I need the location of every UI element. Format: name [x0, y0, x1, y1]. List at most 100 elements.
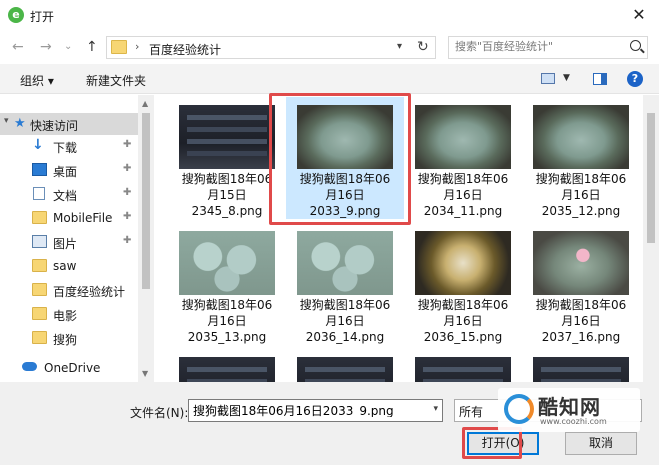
- folder-icon: [32, 259, 47, 272]
- forward-arrow-icon[interactable]: →: [40, 39, 52, 55]
- navigation-pane: ▾ ★ 快速访问 ↓ 下载 ✚ 桌面 ✚ 文档 ✚ MobileFile ✚ 图…: [0, 95, 154, 382]
- breadcrumb-current[interactable]: 百度经验统计: [149, 41, 221, 58]
- pin-icon[interactable]: ✚: [123, 163, 131, 174]
- file-thumbnail: [179, 105, 275, 169]
- scroll-down-icon[interactable]: ▼: [142, 369, 148, 378]
- title-bar: e 打开 ✕: [0, 0, 659, 31]
- watermark-logo-icon: [504, 394, 534, 424]
- pin-icon[interactable]: ✚: [123, 211, 131, 222]
- help-icon[interactable]: ?: [627, 71, 643, 87]
- scrollbar-thumb[interactable]: [647, 113, 655, 243]
- file-tile[interactable]: 搜狗截图18年06 月16日 2035_13.png: [168, 223, 286, 345]
- chevron-down-icon[interactable]: ▼: [563, 73, 570, 83]
- new-folder-button[interactable]: 新建文件夹: [86, 72, 146, 89]
- cloud-icon: [22, 362, 37, 371]
- chevron-down-icon[interactable]: ▾: [397, 41, 402, 52]
- file-tile[interactable]: 搜狗截图18年06 月16日 2034_11.png: [404, 97, 522, 219]
- search-box[interactable]: [448, 36, 648, 59]
- watermark-url: www.coozhi.com: [540, 417, 607, 426]
- file-name: 搜狗截图18年06 月16日 2035_13.png: [181, 298, 273, 344]
- file-tile[interactable]: 搜狗截图18年06 月16日 2036_14.png: [286, 223, 404, 345]
- chevron-down-icon[interactable]: ▾: [433, 404, 438, 414]
- sidebar-item-sogou[interactable]: 搜狗: [0, 327, 138, 349]
- organize-button[interactable]: 组织 ▾: [20, 72, 54, 89]
- annotation-highlight-box: [269, 93, 411, 225]
- file-tile[interactable]: [522, 349, 640, 382]
- pin-icon[interactable]: ✚: [123, 139, 131, 150]
- folder-icon: [32, 283, 47, 296]
- sidebar-item-mobilefile[interactable]: MobileFile ✚: [0, 207, 138, 229]
- file-thumbnail: [533, 105, 629, 169]
- file-name: 搜狗截图18年06 月16日 2037_16.png: [535, 298, 627, 344]
- pin-icon[interactable]: ✚: [123, 235, 131, 246]
- close-button[interactable]: ✕: [627, 4, 651, 26]
- back-arrow-icon[interactable]: ←: [12, 39, 24, 55]
- scroll-up-icon[interactable]: ▲: [142, 99, 148, 108]
- search-input[interactable]: [455, 40, 615, 53]
- file-type-value: 所有: [459, 405, 484, 419]
- sidebar-item-quick-access[interactable]: ▾ ★ 快速访问: [0, 113, 138, 135]
- sidebar-item-label: 文档: [53, 189, 78, 203]
- sidebar-item-saw[interactable]: saw: [0, 255, 138, 277]
- filename-field[interactable]: ▾: [188, 399, 443, 422]
- sidebar-item-label: 搜狗: [53, 333, 78, 347]
- up-arrow-icon[interactable]: ↑: [86, 39, 98, 55]
- filename-label: 文件名(N):: [130, 406, 189, 420]
- command-toolbar: 组织 ▾ 新建文件夹 ▼ ?: [0, 64, 659, 94]
- breadcrumb-separator-icon[interactable]: ›: [135, 40, 139, 53]
- sidebar-item-label: 电影: [53, 309, 78, 323]
- file-name: 搜狗截图18年06 月16日 2035_12.png: [535, 172, 627, 218]
- file-thumbnail: [179, 357, 275, 382]
- file-name: 搜狗截图18年06 月16日 2036_15.png: [417, 298, 509, 344]
- file-tile[interactable]: [404, 349, 522, 382]
- view-mode-icon[interactable]: [541, 73, 555, 84]
- file-thumbnail: [415, 357, 511, 382]
- file-thumbnail: [297, 231, 393, 295]
- file-thumbnail: [415, 231, 511, 295]
- watermark: 酷知网 www.coozhi.com: [498, 388, 640, 432]
- sidebar-item-label: 下载: [53, 141, 78, 155]
- sidebar-item-label: 图片: [53, 237, 78, 251]
- refresh-icon[interactable]: ↻: [417, 39, 429, 55]
- document-icon: [33, 187, 45, 200]
- file-name: 搜狗截图18年06 月16日 2036_14.png: [299, 298, 391, 344]
- chevron-down-icon[interactable]: ▾: [4, 116, 9, 126]
- sidebar-item-onedrive[interactable]: OneDrive: [0, 357, 138, 379]
- browser-app-icon: e: [8, 7, 24, 23]
- sidebar-item-label: 桌面: [53, 165, 78, 179]
- file-tile[interactable]: 搜狗截图18年06 月16日 2035_12.png: [522, 97, 640, 219]
- window-title: 打开: [30, 10, 55, 24]
- sidebar-item-label: 百度经验统计: [53, 285, 126, 299]
- watermark-title: 酷知网: [538, 395, 601, 419]
- file-name: 搜狗截图18年06 月16日 2034_11.png: [417, 172, 509, 218]
- sidebar-item-movies[interactable]: 电影: [0, 303, 138, 325]
- sidebar-scrollbar[interactable]: ▲ ▼: [138, 95, 154, 382]
- search-icon[interactable]: [630, 40, 641, 51]
- file-thumbnail: [533, 357, 629, 382]
- file-list-scrollbar[interactable]: [643, 95, 659, 382]
- file-tile[interactable]: 搜狗截图18年06 月16日 2036_15.png: [404, 223, 522, 345]
- file-tile[interactable]: 搜狗截图18年06 月16日 2037_16.png: [522, 223, 640, 345]
- pin-icon[interactable]: ✚: [123, 187, 131, 198]
- filename-input[interactable]: [193, 403, 423, 417]
- sidebar-item-baidu-stats[interactable]: 百度经验统计: [0, 279, 138, 301]
- scrollbar-thumb[interactable]: [142, 113, 150, 289]
- sidebar-item-desktop[interactable]: 桌面 ✚: [0, 159, 138, 181]
- file-thumbnail: [179, 231, 275, 295]
- sidebar-item-label: OneDrive: [44, 361, 101, 375]
- folder-icon: [32, 307, 47, 320]
- sidebar-item-documents[interactable]: 文档 ✚: [0, 183, 138, 205]
- sidebar-item-label: saw: [53, 259, 77, 273]
- file-tile[interactable]: [168, 349, 286, 382]
- file-thumbnail: [297, 357, 393, 382]
- sidebar-item-pictures[interactable]: 图片 ✚: [0, 231, 138, 253]
- preview-pane-icon[interactable]: [593, 73, 607, 85]
- sidebar-item-downloads[interactable]: ↓ 下载 ✚: [0, 135, 138, 157]
- file-tile[interactable]: [286, 349, 404, 382]
- cancel-button[interactable]: 取消: [565, 432, 637, 455]
- address-bar[interactable]: › 百度经验统计 ▾ ↻: [106, 36, 436, 59]
- sidebar-item-label: 快速访问: [30, 119, 79, 133]
- file-thumbnail: [415, 105, 511, 169]
- navigation-bar: ← → ⌄ ↑ › 百度经验统计 ▾ ↻: [0, 31, 659, 64]
- recent-locations-icon[interactable]: ⌄: [64, 41, 72, 52]
